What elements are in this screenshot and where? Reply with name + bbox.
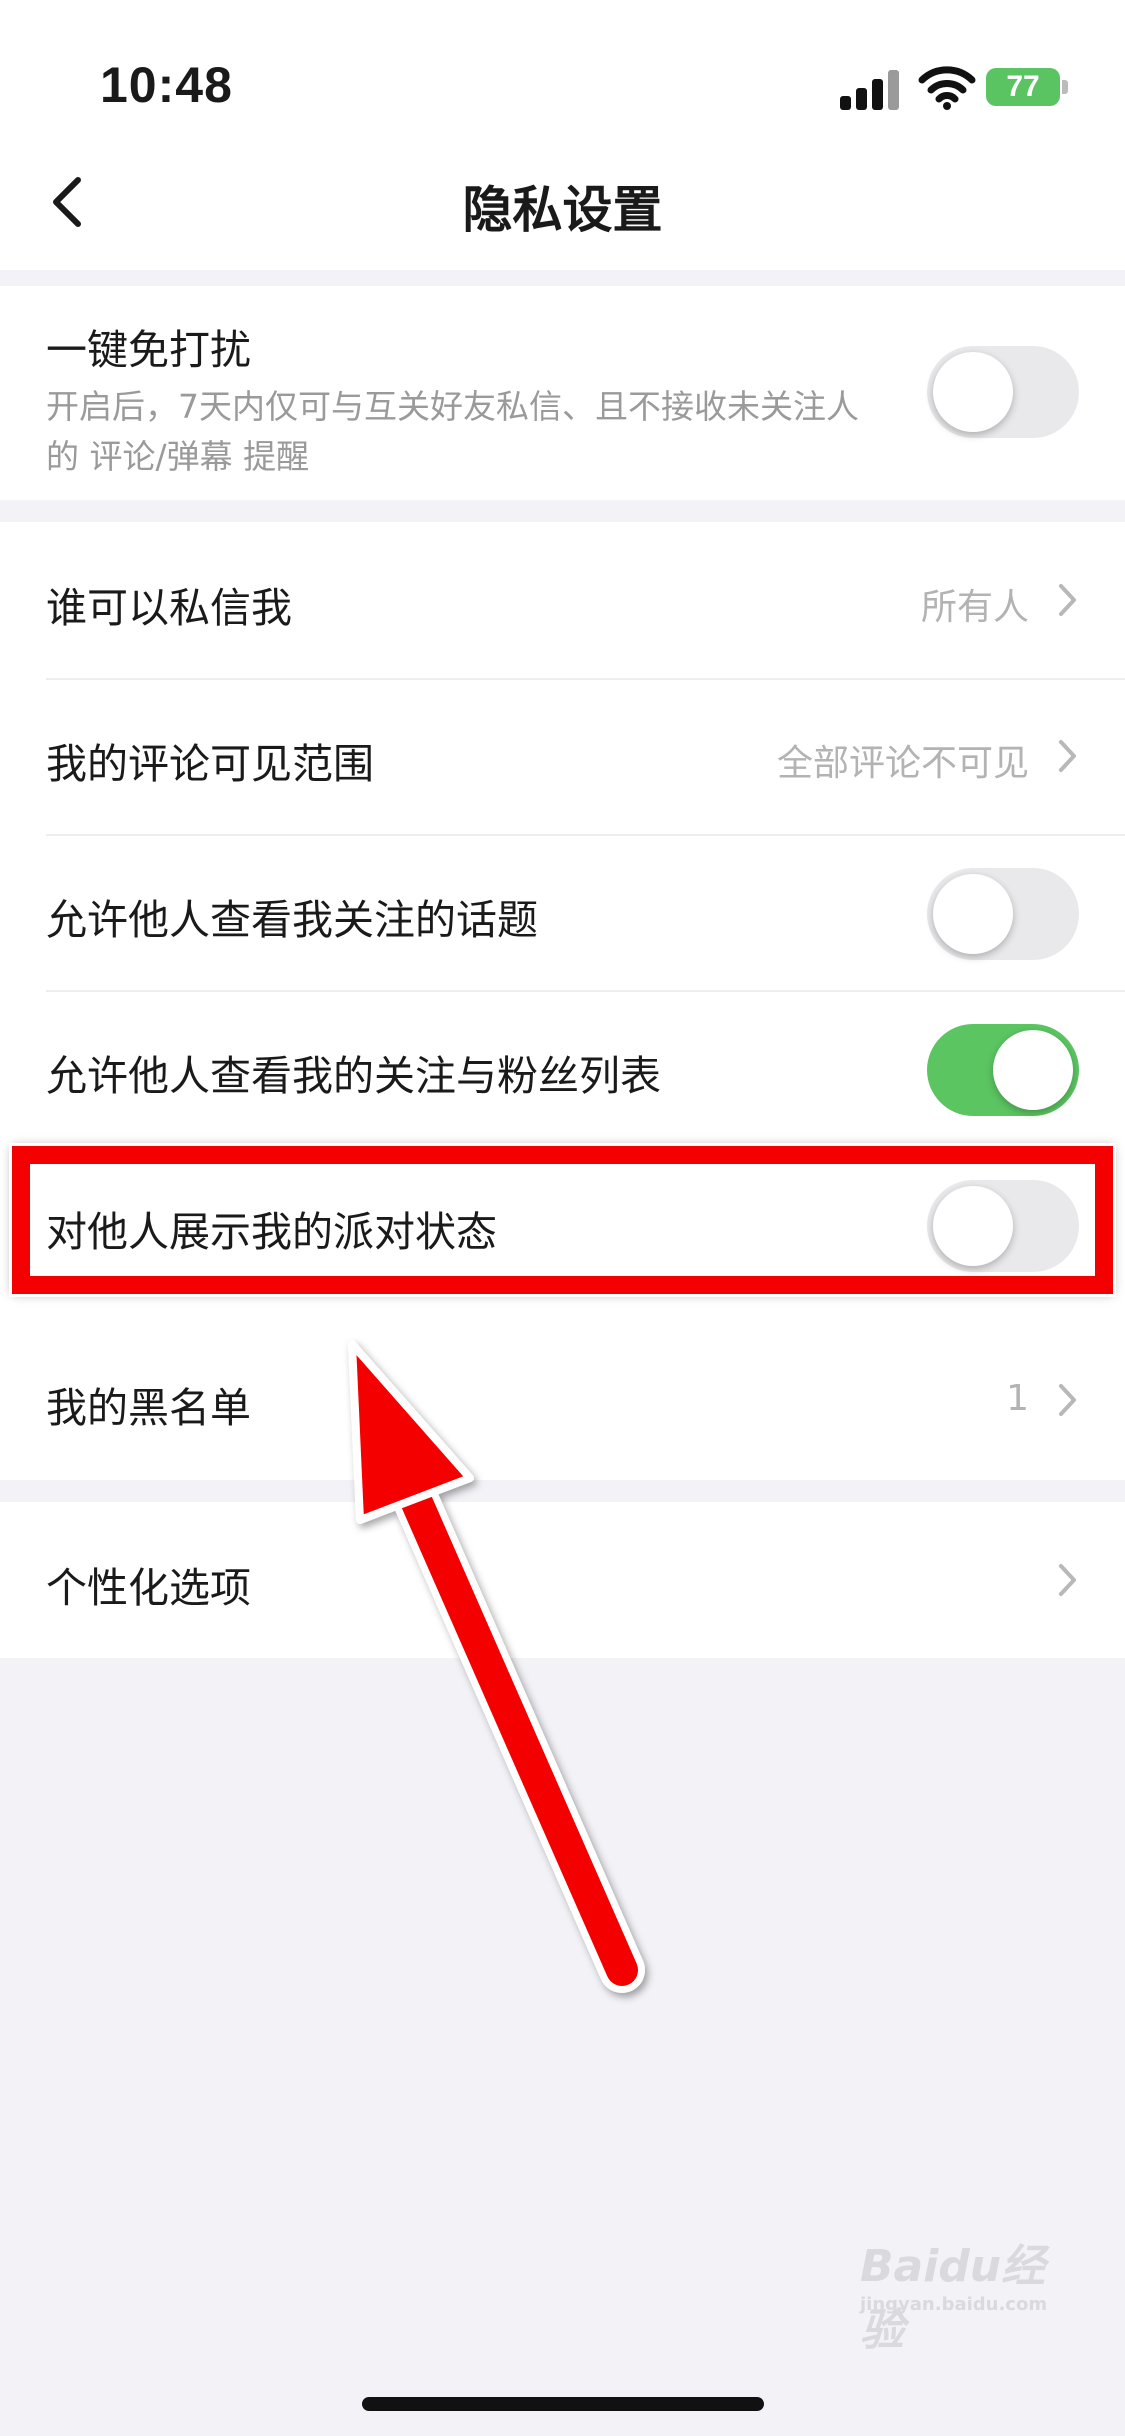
follow-list-toggle[interactable] xyxy=(927,1024,1079,1116)
cellular-signal-icon xyxy=(840,66,900,110)
toggle-knob xyxy=(933,352,1013,432)
status-time: 10:48 xyxy=(100,57,233,113)
blacklist-count: 1 xyxy=(1006,1378,1029,1419)
dnd-label: 一键免打扰 xyxy=(46,326,251,374)
setting-label: 我的评论可见范围 xyxy=(46,740,374,788)
setting-label: 允许他人查看我关注的话题 xyxy=(46,896,538,944)
toggle-knob xyxy=(933,874,1013,954)
dnd-section: 一键免打扰 开启后，7天内仅可与互关好友私信、且不接收未关注人的 评论/弹幕 提… xyxy=(0,286,1125,500)
dnd-row: 一键免打扰 开启后，7天内仅可与互关好友私信、且不接收未关注人的 评论/弹幕 提… xyxy=(0,286,1125,500)
setting-value: 所有人 xyxy=(920,587,1029,628)
toggle-knob xyxy=(993,1030,1073,1110)
chevron-right-icon xyxy=(1059,584,1076,616)
page-title: 隐私设置 xyxy=(462,181,663,239)
nav-bar: 隐私设置 xyxy=(0,130,1125,270)
dnd-toggle[interactable] xyxy=(927,346,1079,438)
settings-row-private-messages[interactable]: 谁可以私信我 所有人 xyxy=(0,522,1125,678)
dnd-description: 开启后，7天内仅可与互关好友私信、且不接收未关注人的 评论/弹幕 提醒 xyxy=(46,387,859,476)
setting-label: 允许他人查看我的关注与粉丝列表 xyxy=(46,1052,661,1100)
settings-row-personalization[interactable]: 个性化选项 xyxy=(0,1502,1125,1658)
setting-label: 个性化选项 xyxy=(46,1564,251,1612)
wifi-icon xyxy=(918,66,976,110)
privacy-settings-section: 谁可以私信我 所有人 我的评论可见范围 全部评论不可见 允许他人查看我关注的话题… xyxy=(0,522,1125,1480)
followed-topics-toggle[interactable] xyxy=(927,868,1079,960)
chevron-right-icon xyxy=(1059,1384,1076,1416)
settings-row-blacklist[interactable]: 我的黑名单 1 xyxy=(0,1322,1125,1480)
settings-row-follow-list: 允许他人查看我的关注与粉丝列表 xyxy=(0,992,1125,1146)
chevron-right-icon xyxy=(1059,740,1076,772)
settings-row-comment-visibility[interactable]: 我的评论可见范围 全部评论不可见 xyxy=(0,680,1125,834)
watermark-url: jingyan.baidu.com xyxy=(860,2294,1048,2315)
battery-level: 77 xyxy=(1006,70,1040,103)
battery-icon: 77 xyxy=(986,68,1060,106)
setting-label: 我的黑名单 xyxy=(46,1384,251,1432)
setting-label: 谁可以私信我 xyxy=(46,584,292,632)
personalization-section: 个性化选项 xyxy=(0,1502,1125,1658)
setting-value: 全部评论不可见 xyxy=(776,743,1029,784)
chevron-right-icon xyxy=(1059,1564,1076,1596)
settings-row-followed-topics: 允许他人查看我关注的话题 xyxy=(0,836,1125,990)
battery-cap xyxy=(1062,80,1068,94)
highlight-box xyxy=(12,1146,1113,1294)
baidu-watermark: Baidu经验 jingyan.baidu.com xyxy=(860,2230,1080,2356)
home-indicator[interactable] xyxy=(362,2397,764,2411)
